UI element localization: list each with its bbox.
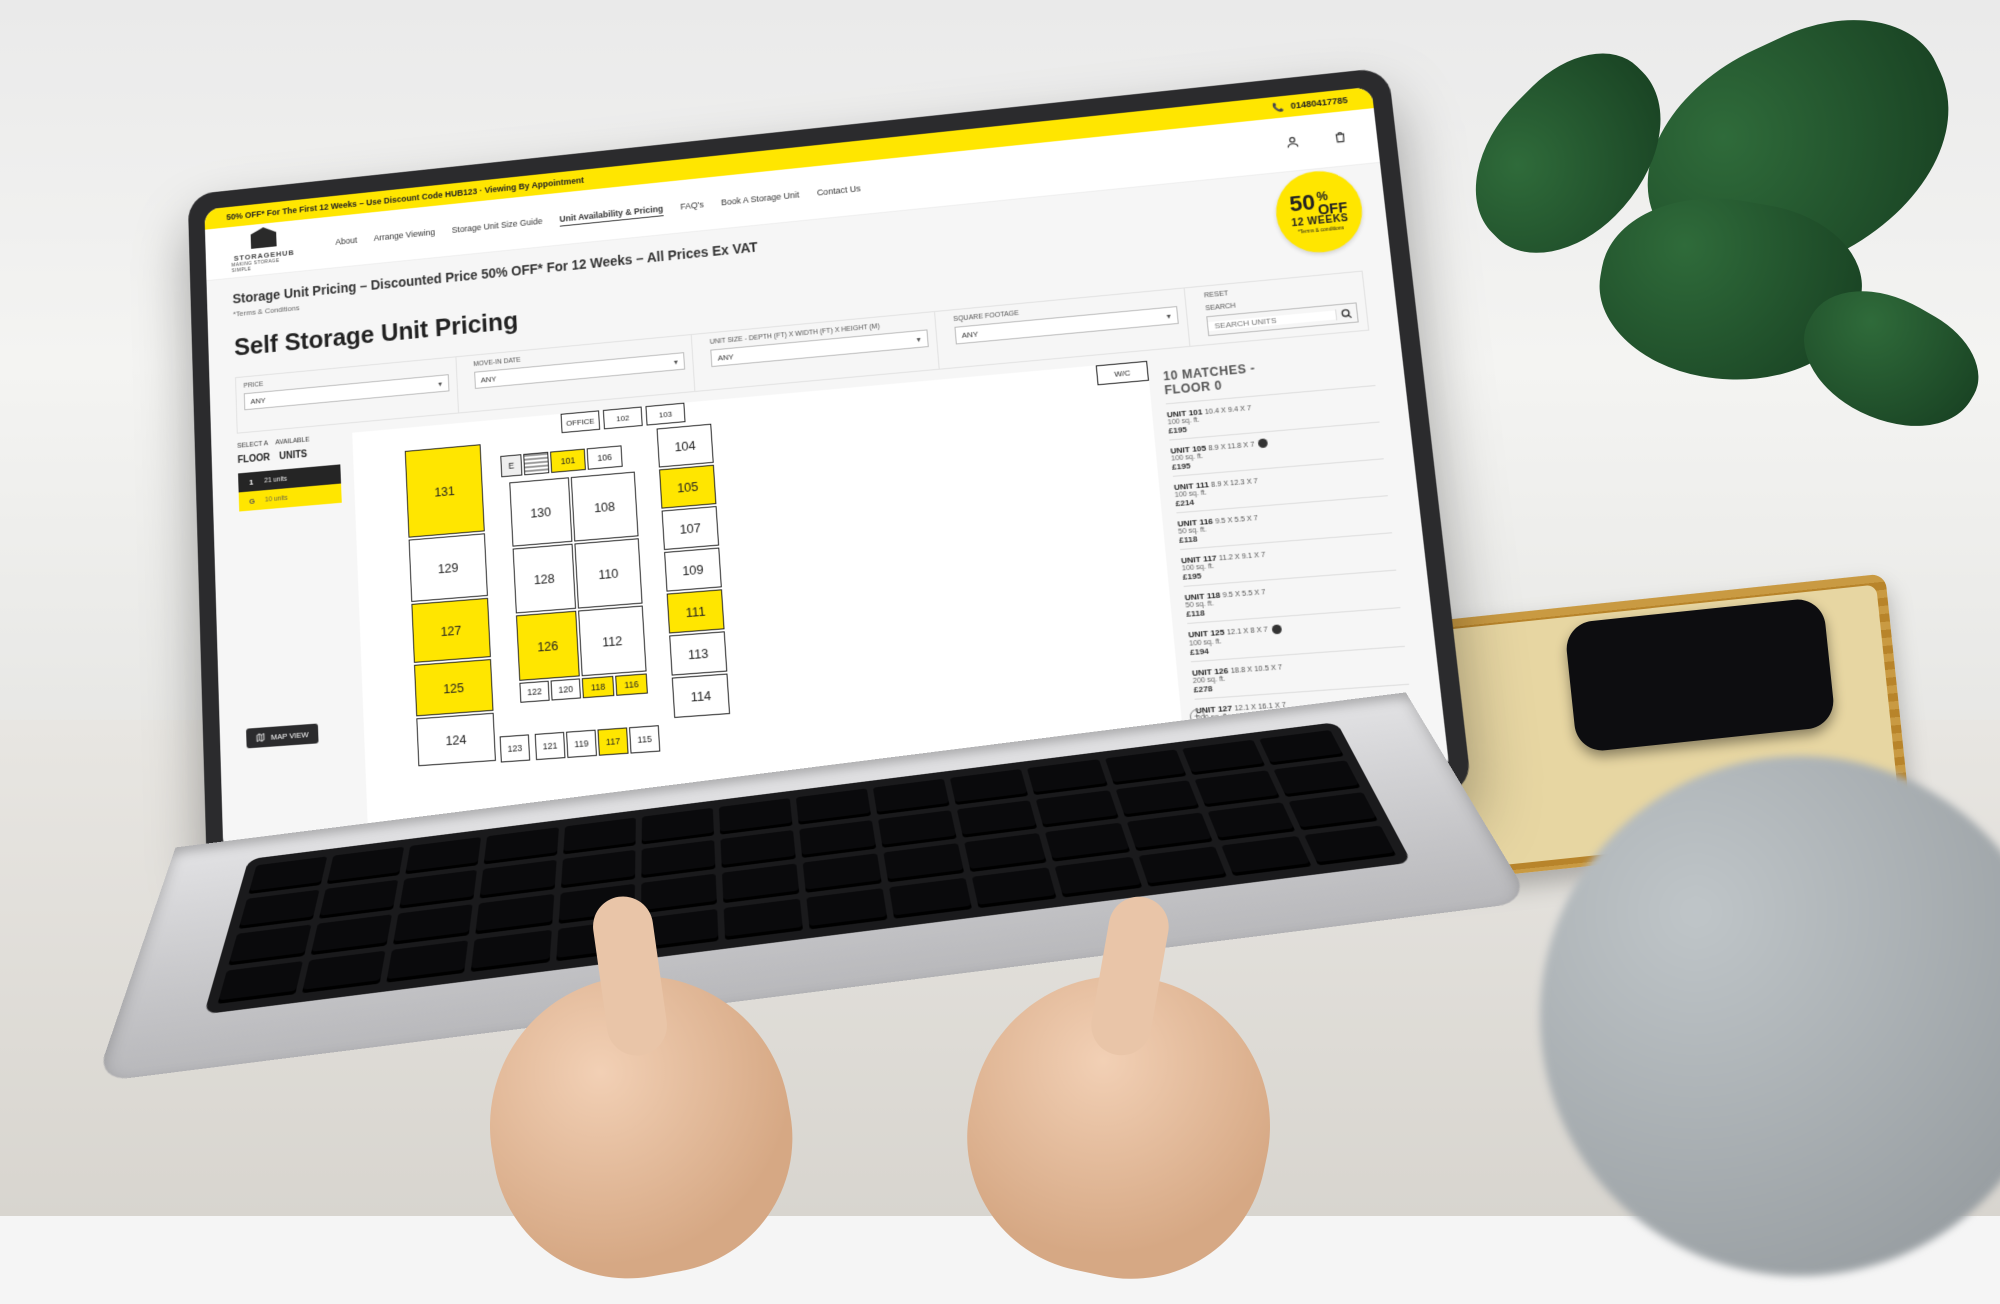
unit-113[interactable]: 113: [669, 631, 727, 675]
unit-101[interactable]: 101: [550, 449, 586, 473]
unit-114[interactable]: 114: [672, 674, 730, 718]
unit-129[interactable]: 129: [409, 533, 488, 602]
legend-floor: FLOOR: [237, 453, 270, 466]
filter-reset-col: RESET SEARCH: [1195, 272, 1369, 345]
filter-sqft-value: ANY: [961, 329, 978, 339]
elevator: E: [500, 454, 522, 477]
map-icon: [256, 732, 266, 743]
filter-sqft: SQUARE FOOTAGE ANY ▾: [945, 288, 1191, 367]
unit-131[interactable]: 131: [405, 444, 485, 537]
unit-104[interactable]: 104: [657, 424, 714, 468]
nav-item[interactable]: Contact Us: [816, 183, 860, 197]
office-103[interactable]: 103: [645, 403, 685, 426]
floor-legend: SELECT A AVAILABLE FLOOR UNITS 121 units…: [237, 434, 355, 852]
filter-movein: MOVE-IN DATE ANY ▾: [465, 335, 695, 412]
chevron-down-icon: ▾: [916, 334, 921, 343]
unit-106[interactable]: 106: [587, 445, 623, 469]
box-icon: [250, 226, 276, 249]
unit-126[interactable]: 126: [516, 611, 580, 681]
phone-link[interactable]: 📞 01480417785: [1272, 95, 1348, 113]
office-102[interactable]: 102: [603, 407, 643, 430]
unit-112[interactable]: 112: [578, 606, 646, 677]
unit-109[interactable]: 109: [664, 548, 722, 592]
unit-117[interactable]: 117: [597, 727, 628, 755]
unit-118[interactable]: 118: [582, 676, 615, 698]
nav-item[interactable]: Unit Availability & Pricing: [559, 203, 663, 223]
unit-110[interactable]: 110: [574, 538, 642, 608]
nav-item[interactable]: Storage Unit Size Guide: [451, 216, 542, 235]
unit-115[interactable]: 115: [629, 725, 660, 753]
map-view-button[interactable]: MAP VIEW: [246, 724, 318, 749]
filter-size: UNIT SIZE - DEPTH (FT) X WIDTH (FT) X HE…: [701, 312, 939, 390]
badge-50: 50: [1288, 191, 1316, 215]
filter-movein-value: ANY: [481, 374, 497, 384]
filter-size-value: ANY: [717, 352, 734, 362]
map-view-label: MAP VIEW: [271, 730, 309, 742]
unit-116[interactable]: 116: [615, 673, 648, 695]
search-icon[interactable]: [1335, 307, 1357, 320]
stairs-icon: [523, 452, 549, 475]
chevron-down-icon: ▾: [674, 357, 678, 366]
wc-label: W/C: [1096, 361, 1149, 385]
account-icon[interactable]: [1285, 135, 1301, 153]
unit-120[interactable]: 120: [551, 678, 581, 700]
search-input[interactable]: [1208, 310, 1336, 331]
unit-119[interactable]: 119: [566, 730, 597, 758]
unit-111[interactable]: 111: [667, 589, 725, 633]
nav-item[interactable]: About: [335, 235, 357, 246]
nav-item[interactable]: FAQ's: [680, 199, 704, 211]
unit-124[interactable]: 124: [416, 713, 496, 766]
brand-logo[interactable]: STORAGEHUB MAKING STORAGE SIMPLE: [230, 224, 297, 274]
legend-available: AVAILABLE: [275, 437, 309, 447]
unit-127[interactable]: 127: [411, 598, 490, 663]
nav-item[interactable]: Book A Storage Unit: [721, 189, 800, 206]
unit-105[interactable]: 105: [659, 465, 716, 509]
unit-123[interactable]: 123: [500, 734, 531, 762]
nav-item[interactable]: Arrange Viewing: [374, 227, 436, 243]
unit-128[interactable]: 128: [513, 544, 576, 614]
legend-selecta: SELECT A: [237, 440, 268, 449]
unit-107[interactable]: 107: [662, 506, 720, 550]
filter-price: PRICE ANY ▾: [236, 357, 459, 432]
chevron-down-icon: ▾: [438, 379, 442, 388]
phone-icon: 📞: [1272, 101, 1285, 113]
unit-108[interactable]: 108: [571, 472, 639, 542]
phone-number: 01480417785: [1290, 95, 1348, 111]
unit-122[interactable]: 122: [519, 681, 549, 703]
legend-units: UNITS: [279, 449, 307, 462]
chevron-down-icon: ▾: [1166, 311, 1171, 320]
unit-121[interactable]: 121: [535, 732, 566, 760]
bag-icon[interactable]: [1332, 130, 1348, 148]
unit-125[interactable]: 125: [414, 659, 493, 716]
unit-130[interactable]: 130: [509, 477, 572, 546]
office-label: OFFICE: [561, 410, 601, 433]
filter-price-value: ANY: [250, 396, 265, 406]
